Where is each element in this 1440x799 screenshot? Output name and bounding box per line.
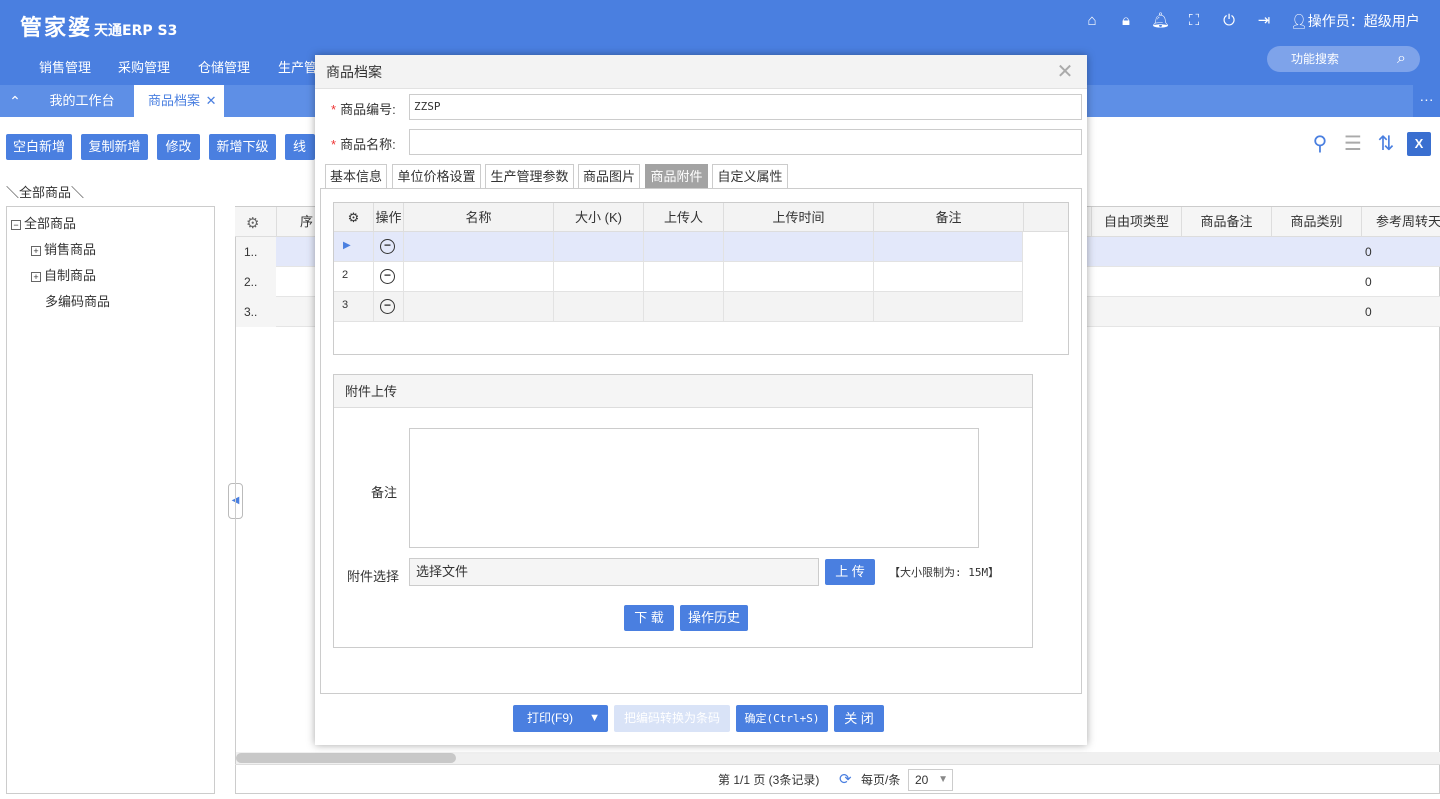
att-col-size[interactable]: 大小 (K) [554,203,644,232]
add-child-button[interactable]: 新增下级 [209,134,276,160]
search-icon: ⌕ [1397,50,1406,67]
tab-custom-attrs[interactable]: 自定义属性 [712,164,788,188]
page-info: 第 1/1 页 (3条记录) [718,773,820,787]
expand-node-icon[interactable]: + [31,271,41,282]
name-input[interactable] [409,129,1082,155]
tree-node-selfmade[interactable]: + 自制商品 [31,265,96,284]
code-input[interactable]: ZZSP [409,94,1082,120]
more-tabs-icon[interactable]: ··· [1413,85,1440,117]
scrollbar-thumb[interactable] [236,753,456,763]
remark-textarea[interactable] [409,428,979,548]
tab-goods-archive[interactable]: 商品档案 ✕ [134,85,224,117]
att-col-time[interactable]: 上传时间 [724,203,874,232]
tree-node-multicode[interactable]: 多编码商品 [45,291,110,310]
expand-node-icon[interactable]: + [31,245,41,256]
collapse-node-icon[interactable]: − [11,219,21,230]
att-col-uploader[interactable]: 上传人 [644,203,724,232]
copy-add-button[interactable]: 复制新增 [81,134,148,160]
tab-basic-info[interactable]: 基本信息 [325,164,387,188]
search-icon[interactable]: ⚲ [1308,132,1332,156]
logout-icon[interactable]: ⇥ [1255,12,1273,30]
chevron-down-icon[interactable]: ▼ [589,705,600,732]
blank-add-button[interactable]: 空白新增 [6,134,72,160]
att-settings-icon[interactable]: ⚙ [334,203,374,232]
power-icon[interactable]: ⏻ [1220,12,1238,30]
breadcrumb: ＼全部商品＼ [6,185,85,200]
operator-label: 👤︎操作员：超级用户 [1290,13,1420,29]
attachment-row[interactable]: ▶ − [334,232,1023,262]
dialog-title: 商品档案 [315,55,1087,89]
close-tab-icon[interactable]: ✕ [206,93,217,108]
tab-images[interactable]: 商品图片 [578,164,640,188]
file-select-input[interactable]: 选择文件 [409,558,819,586]
col-free-type[interactable]: 自由项类型 [1091,207,1181,237]
att-col-blank [1024,203,1068,232]
tab-attachments[interactable]: 商品附件 [645,164,708,188]
attachment-row[interactable]: 3 − [334,292,1023,322]
tree-node-root[interactable]: − 全部商品 [11,213,76,232]
col-turnover[interactable]: 参考周转天 [1361,207,1440,237]
filter-icon[interactable]: ☰ [1341,132,1365,156]
code-label: * 商品编号: [331,102,396,117]
edit-button[interactable]: 修改 [157,134,200,160]
remark-label: 备注 [371,485,398,500]
tab-production[interactable]: 生产管理参数 [485,164,574,188]
tab-unit-price[interactable]: 单位价格设置 [392,164,481,188]
att-col-op: 操作 [374,203,404,232]
collapse-icon[interactable]: ⌃ [0,85,30,117]
lock-icon[interactable]: 🔒︎ [1117,12,1135,30]
convert-barcode-button[interactable]: 把编码转换为条码 [614,705,730,732]
col-remark[interactable]: 商品备注 [1181,207,1271,237]
file-label: 附件选择 [347,569,400,584]
app-logo: 管家婆 天通ERP S3 [20,16,178,41]
per-page-select[interactable]: 20 ▼ [908,769,953,791]
upload-title: 附件上传 [334,375,1032,408]
category-tree: − 全部商品 + 销售商品 + 自制商品 多编码商品 [6,206,215,794]
pager: 第 1/1 页 (3条记录) ⟳ 每页/条 20 ▼ [235,764,1440,794]
per-page-label: 每页/条 [861,773,901,787]
scan-icon[interactable]: ⛶ [1185,12,1203,30]
nav-production[interactable]: 生产管 [278,57,317,76]
close-button[interactable]: 关 闭 [834,705,884,732]
nav-warehouse[interactable]: 仓储管理 [198,57,250,76]
refresh-icon[interactable]: ⟳ [839,765,852,795]
size-limit-note: 【大小限制为: 15M】 [889,566,1000,579]
download-button[interactable]: 下 载 [624,605,674,631]
sort-icon[interactable]: ⇅ [1374,132,1398,156]
tree-node-sales[interactable]: + 销售商品 [31,239,96,258]
tab-workbench[interactable]: 我的工作台 [30,85,134,117]
close-icon[interactable]: ✕ [1055,60,1075,84]
print-button[interactable]: 打印(F9) ▼ [513,705,608,732]
nav-sales[interactable]: 销售管理 [39,57,91,76]
confirm-button[interactable]: 确定(Ctrl+S) [736,705,828,732]
col-category[interactable]: 商品类别 [1271,207,1361,237]
nav-purchase[interactable]: 采购管理 [118,57,170,76]
excel-export-icon[interactable]: X [1407,132,1431,156]
upload-button[interactable]: 上 传 [825,559,875,585]
name-label: * 商品名称: [331,137,396,152]
att-col-name[interactable]: 名称 [404,203,554,232]
history-button[interactable]: 操作历史 [680,605,748,631]
function-search[interactable]: 功能搜索 ⌕ [1267,46,1420,72]
attachment-row[interactable]: 2 − [334,262,1023,292]
bell-icon[interactable]: 🔔︎ [1151,12,1170,30]
att-col-remark[interactable]: 备注 [874,203,1024,232]
home-icon[interactable]: ⌂ [1083,12,1101,30]
settings-icon[interactable]: ⚙ [246,214,259,232]
linear-button[interactable]: 线性 [285,134,315,160]
